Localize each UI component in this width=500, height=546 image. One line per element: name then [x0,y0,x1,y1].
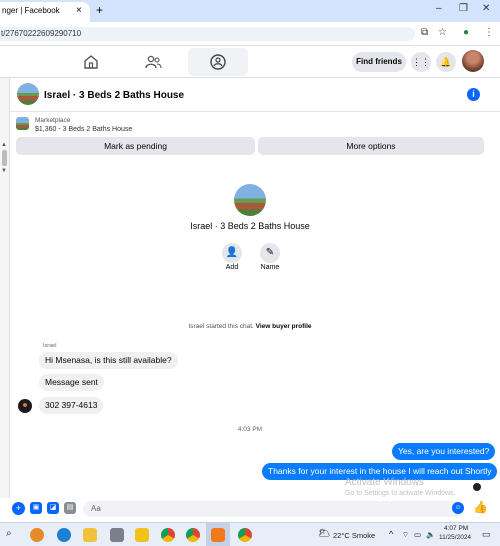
find-friends-button[interactable]: Find friends [352,52,406,72]
clock-time[interactable]: 4:07 PM [444,525,468,532]
profile-icon[interactable]: ● [463,27,469,38]
weather-text[interactable]: 22°C Smoke [333,531,375,540]
close-window-button[interactable]: ✕ [482,3,490,14]
scrollbar-thumb[interactable] [2,150,7,166]
menu-grid-icon[interactable]: ⋮⋮ [411,52,431,72]
more-options-button[interactable]: More options [258,137,484,155]
listing-price-title[interactable]: $1,360 - 3 Beds 2 Baths House [35,126,132,133]
sticker-icon[interactable]: ◪ [47,502,59,514]
marketplace-bar: Marketplace $1,360 - 3 Beds 2 Baths Hous… [10,113,500,163]
groups-icon[interactable] [209,53,227,71]
chat-started-text: Israel started this chat. [188,323,254,330]
browser-menu-icon[interactable]: ⋮ [484,27,494,38]
install-app-icon[interactable]: ⧉ [421,27,428,38]
app-icon[interactable] [110,528,124,542]
marketplace-label: Marketplace [35,117,71,124]
view-buyer-profile-link[interactable]: View buyer profile [256,323,312,330]
message-timestamp: 4:03 PM [237,426,263,433]
minimize-button[interactable]: – [436,3,442,14]
url-field[interactable]: t/27670222609290710 [0,27,415,41]
message-out[interactable]: Yes, are you interested? [392,443,496,460]
restore-button[interactable]: ❐ [459,3,468,14]
weather-icon[interactable]: 🌥 [318,528,331,539]
conversation-name: Israel · 3 Beds 2 Baths House [190,221,310,231]
chrome-icon[interactable] [161,528,175,542]
message-in[interactable]: 302 397-4613 [39,397,104,414]
chat-title[interactable]: Israel · 3 Beds 2 Baths House [44,90,184,101]
chat-started-notice: Israel started this chat. View buyer pro… [0,323,500,330]
message-in[interactable]: Message sent [39,374,104,391]
clock-date[interactable]: 11/25/2024 [439,534,471,541]
add-label: Add [225,264,239,271]
scroll-down-arrow-icon[interactable]: ▼ [1,168,7,174]
file-explorer-icon[interactable] [83,528,97,542]
friends-icon[interactable] [144,53,162,71]
add-person-icon[interactable]: 👤 [222,243,242,263]
left-scroll-strip [0,78,10,498]
plus-icon[interactable]: + [12,502,25,515]
listing-avatar[interactable] [17,83,39,105]
notifications-bell-icon[interactable]: 🔔 [436,52,456,72]
name-label: Name [260,264,280,271]
network-icon[interactable]: ⌔ [402,530,409,540]
chrome-profile-icon[interactable] [186,528,200,542]
chrome-window-icon[interactable] [238,528,252,542]
thumbs-up-icon[interactable]: 👍 [473,500,488,514]
listing-thumbnail[interactable] [16,117,29,130]
message-in[interactable]: Hi Msenasa, is this still available? [39,352,178,369]
bookmark-star-icon[interactable]: ☆ [438,27,447,38]
sender-avatar[interactable] [18,399,32,413]
tray-chevron-icon[interactable]: ^ [389,529,393,539]
chat-header: Israel · 3 Beds 2 Baths House i [10,78,500,112]
user-avatar[interactable] [462,50,484,72]
photo-icon[interactable]: ▣ [30,502,42,514]
volume-icon[interactable]: 🔈 [426,530,435,539]
mark-as-pending-button[interactable]: Mark as pending [16,137,255,155]
seen-indicator [473,483,481,491]
sender-name: Israel [43,343,57,349]
sticky-notes-icon[interactable] [135,528,149,542]
edit-name-pencil-icon[interactable]: ✎ [260,243,280,263]
emoji-icon[interactable]: ☺ [452,502,464,514]
new-tab-button[interactable]: + [96,3,103,17]
browser-tab[interactable]: nger | Facebook × [0,2,90,22]
gif-icon[interactable]: ▤ [64,502,76,514]
conversation-avatar [234,184,266,216]
tab-title: nger | Facebook [2,6,60,15]
close-tab-icon[interactable]: × [76,5,82,16]
browser-tab-bar: nger | Facebook × + – ❐ ✕ [0,0,500,22]
edge-icon[interactable] [57,528,71,542]
message-composer: + ▣ ◪ ▤ Aa ☺ 👍 [0,498,500,520]
activate-windows-title: Activate Windows [345,477,424,488]
downloads-icon[interactable] [211,528,225,542]
scroll-up-arrow-icon[interactable]: ▲ [1,142,7,148]
facebook-top-nav: Find friends ⋮⋮ 🔔 [0,46,500,78]
notification-center-icon[interactable]: ▭ [482,529,491,540]
battery-icon[interactable]: ▭ [414,530,421,539]
message-input[interactable]: Aa [83,501,463,517]
address-bar: t/27670222609290710 ⧉ ☆ ● ⋮ [0,22,500,46]
info-icon[interactable]: i [467,88,480,101]
activate-windows-subtitle: Go to Settings to activate Windows. [345,490,456,497]
windows-taskbar: ⌕ 🌥 22°C Smoke ^ ⌔ ▭ 🔈 4:07 PM 11/25/202… [0,522,500,546]
home-icon[interactable] [82,53,100,71]
search-icon[interactable]: ⌕ [6,528,12,539]
copilot-icon[interactable] [30,528,44,542]
